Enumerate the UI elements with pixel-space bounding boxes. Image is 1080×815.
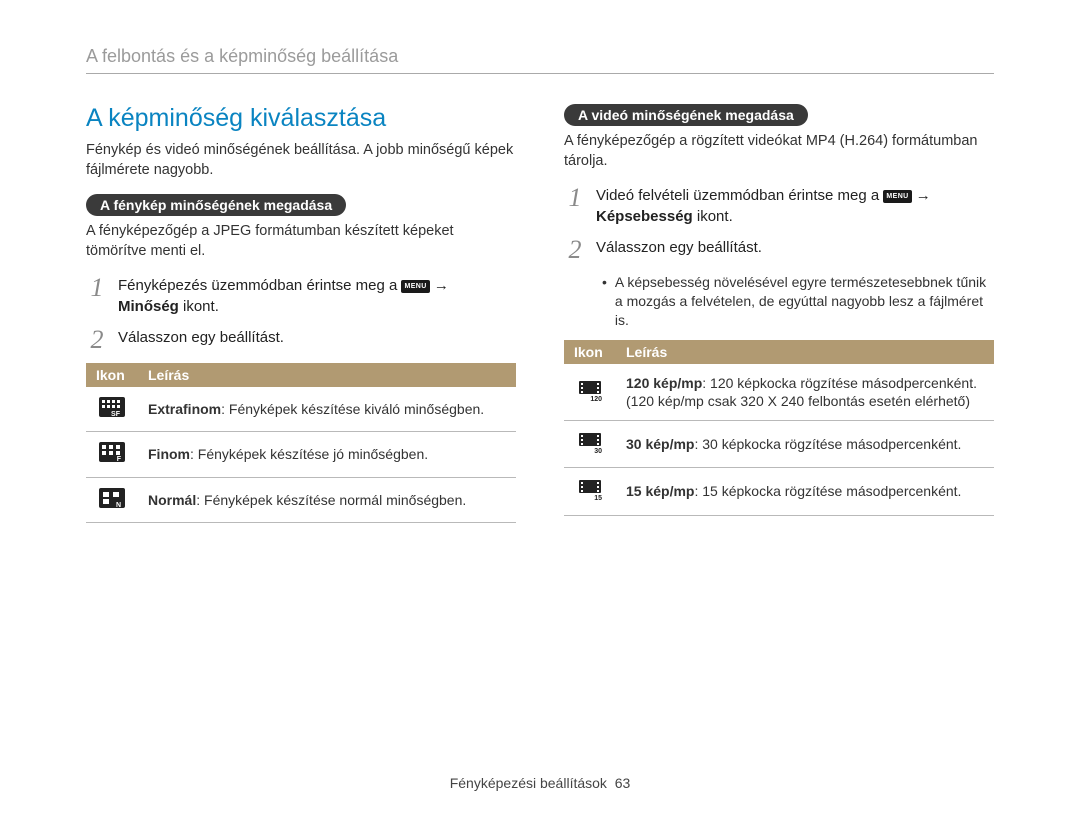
section-intro: Fénykép és videó minőségének beállítása.… [86,141,516,180]
bullet: • A képsebesség növelésével egyre termés… [602,273,994,330]
quality-icon-fine: F [99,442,125,462]
step-bold: Képsebesség [596,208,693,225]
left-step-2: 2 Válasszon egy beállítást. [86,327,516,353]
quality-name: Normál [148,492,196,508]
quality-desc: Normál: Fényképek készítése normál minős… [138,477,516,522]
framerate-name: 120 kép/mp [626,375,702,391]
step-text-pre: Fényképezés üzemmódban érintse meg a [118,277,401,294]
svg-text:15: 15 [594,495,602,500]
svg-text:30: 30 [594,448,602,453]
right-column: A videó minőségének megadása A fényképez… [564,104,994,523]
framerate-icon-cell: 120 [564,364,616,421]
framerate-rest: : 30 képkocka rögzítése másodpercenként. [694,436,961,452]
framerate-name: 30 kép/mp [626,436,694,452]
framerate-rest: : 120 képkocka rögzítése másodpercenként… [702,375,977,391]
table-row: SF Extrafinom: Fényképek készítése kivál… [86,387,516,432]
th-desc: Leírás [616,340,994,364]
right-step-2: 2 Válasszon egy beállítást. [564,237,994,263]
framerate-desc: 120 kép/mp: 120 képkocka rögzítése másod… [616,364,994,421]
arrow-icon: → [434,277,449,294]
step-bold: Minőség [118,298,179,315]
step-number: 1 [86,275,108,301]
step-body: Válasszon egy beállítást. [118,327,284,348]
photo-quality-pill: A fénykép minőségének megadása [86,194,346,216]
quality-rest: : Fényképek készítése normál minőségben. [196,492,466,508]
quality-desc: Extrafinom: Fényképek készítése kiváló m… [138,387,516,432]
quality-icon-cell: SF [86,387,138,432]
page: A felbontás és a képminőség beállítása A… [0,0,1080,815]
page-footer: Fényképezési beállítások 63 [0,775,1080,791]
header-divider [86,73,994,74]
step-text-pre: Videó felvételi üzemmódban érintse meg a [596,187,883,204]
menu-icon: MENU [401,280,429,293]
quality-name: Extrafinom [148,401,221,417]
content-columns: A képminőség kiválasztása Fénykép és vid… [86,104,994,523]
step-body: Videó felvételi üzemmódban érintse meg a… [596,185,931,227]
framerate-name: 15 kép/mp [626,483,694,499]
photo-quality-sub: A fényképezőgép a JPEG formátumban készí… [86,222,516,261]
step-number: 2 [564,237,586,263]
svg-text:F: F [117,456,122,462]
svg-text:120: 120 [590,396,602,401]
quality-desc: Finom: Fényképek készítése jó minőségben… [138,432,516,477]
video-quality-sub: A fényképezőgép a rögzített videókat MP4… [564,132,994,171]
table-row: 15 15 kép/mp: 15 képkocka rögzítése máso… [564,468,994,515]
quality-rest: : Fényképek készítése kiváló minőségben. [221,401,484,417]
framerate-note: (120 kép/mp csak 320 X 240 felbontás ese… [626,393,970,409]
quality-name: Finom [148,446,190,462]
quality-icon-extrafine: SF [99,397,125,417]
left-column: A képminőség kiválasztása Fénykép és vid… [86,104,516,523]
framerate-icon-cell: 30 [564,421,616,468]
svg-text:N: N [116,502,121,508]
video-quality-pill: A videó minőségének megadása [564,104,808,126]
step-number: 1 [564,185,586,211]
video-quality-table: Ikon Leírás [564,340,994,516]
footer-label: Fényképezési beállítások [450,775,607,791]
framerate-icon-cell: 15 [564,468,616,515]
framerate-desc: 15 kép/mp: 15 képkocka rögzítése másodpe… [616,468,994,515]
framerate-rest: : 15 képkocka rögzítése másodpercenként. [694,483,961,499]
th-desc: Leírás [138,363,516,387]
framerate-desc: 30 kép/mp: 30 képkocka rögzítése másodpe… [616,421,994,468]
th-icon: Ikon [86,363,138,387]
table-row: 120 120 kép/mp: 120 képkocka rögzítése m… [564,364,994,421]
arrow-icon: → [916,187,931,204]
svg-text:SF: SF [111,411,121,417]
th-icon: Ikon [564,340,616,364]
quality-icon-normal: N [99,488,125,508]
page-header-title: A felbontás és a képminőség beállítása [86,46,994,73]
table-row: 30 30 kép/mp: 30 képkocka rögzítése máso… [564,421,994,468]
quality-icon-cell: F [86,432,138,477]
framerate-icon-120: 120 [577,379,603,401]
menu-icon: MENU [883,190,911,203]
left-step-1: 1 Fényképezés üzemmódban érintse meg a M… [86,275,516,317]
section-title: A képminőség kiválasztása [86,104,516,133]
table-row: F Finom: Fényképek készítése jó minőségb… [86,432,516,477]
quality-icon-cell: N [86,477,138,522]
right-step-1: 1 Videó felvételi üzemmódban érintse meg… [564,185,994,227]
bullet-dot-icon: • [602,273,607,330]
step-text-post: ikont. [693,208,733,225]
step-number: 2 [86,327,108,353]
step-body: Fényképezés üzemmódban érintse meg a MEN… [118,275,449,317]
table-row: N Normál: Fényképek készítése normál min… [86,477,516,522]
step-text-post: ikont. [179,298,219,315]
bullet-text: A képsebesség növelésével egyre természe… [615,273,994,330]
footer-page-number: 63 [615,775,631,791]
framerate-icon-15: 15 [577,478,603,500]
framerate-icon-30: 30 [577,431,603,453]
photo-quality-table: Ikon Leírás [86,363,516,523]
step-body: Válasszon egy beállítást. [596,237,762,258]
bullet-block: • A képsebesség növelésével egyre termés… [564,273,994,330]
quality-rest: : Fényképek készítése jó minőségben. [190,446,428,462]
